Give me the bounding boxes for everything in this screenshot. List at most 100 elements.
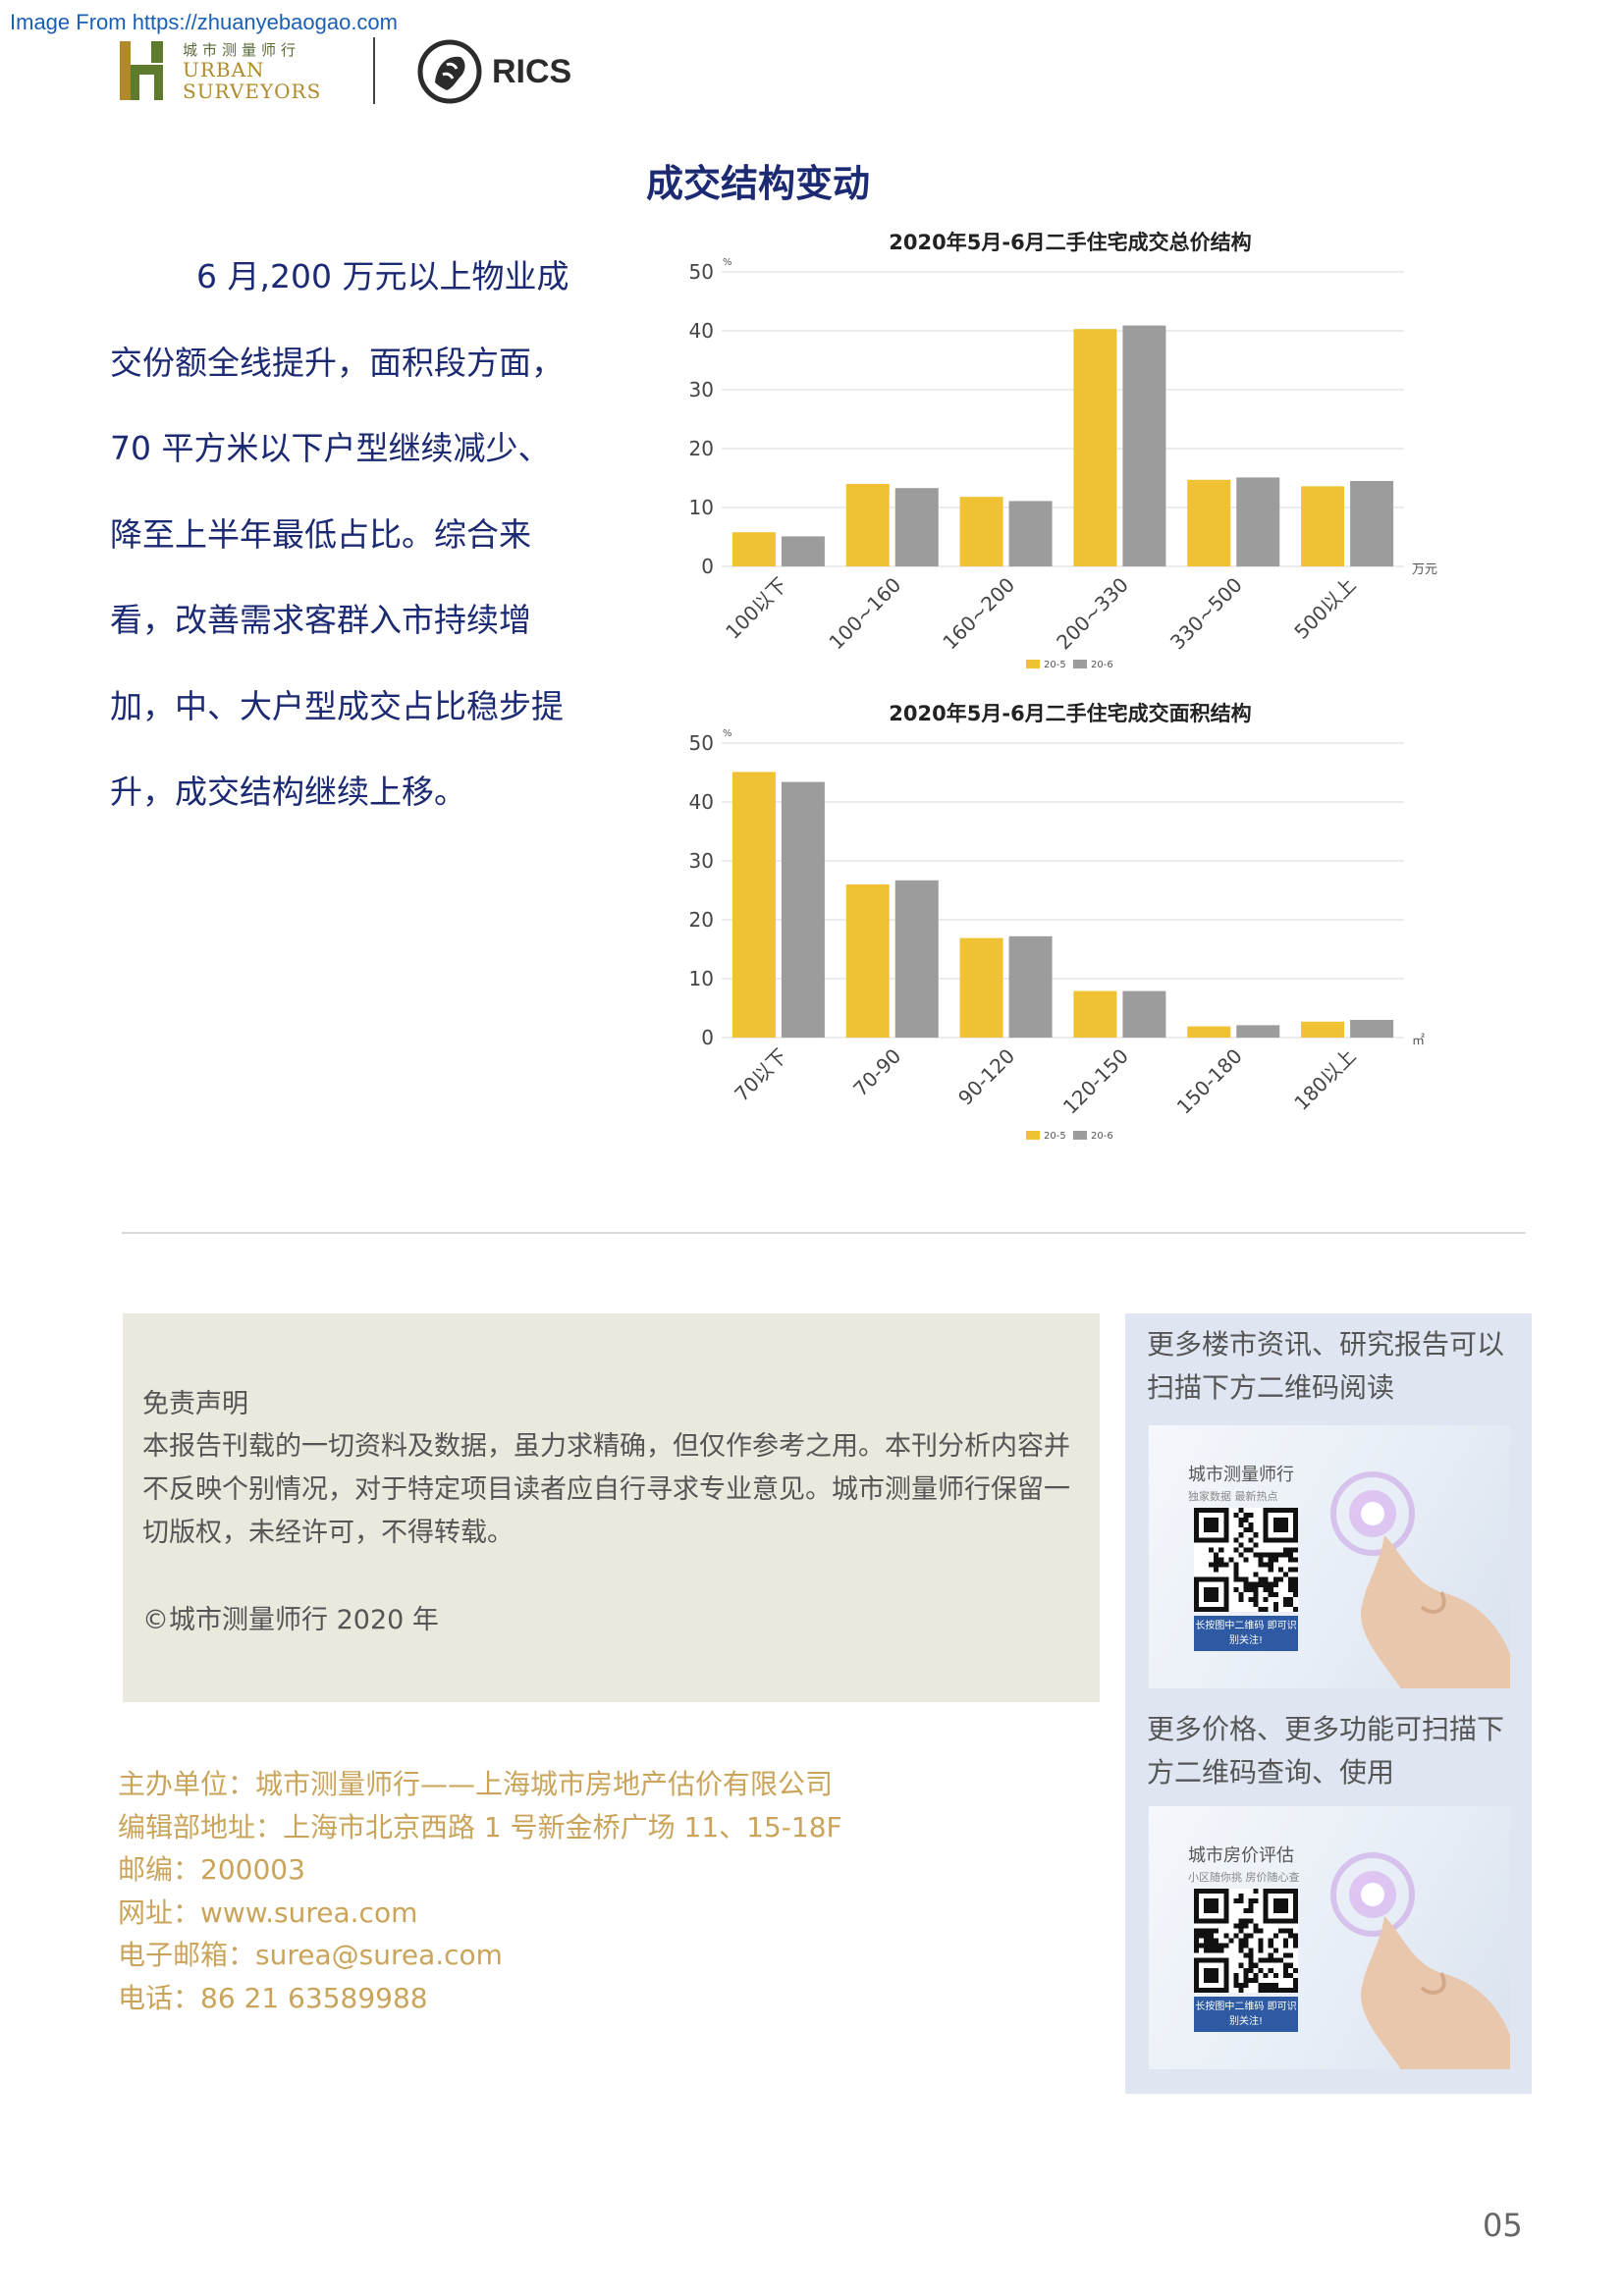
qr-card-subtitle: 独家数据 最新热点 (1188, 1490, 1278, 1503)
qr-caption-pricing: 更多价格、更多功能可扫描下方二维码查询、使用 (1147, 1713, 1505, 1789)
logo-english-line2: SURVEYORS (183, 80, 322, 103)
legend-swatch (1026, 660, 1040, 668)
y-tick-label: 40 (689, 319, 714, 343)
bar-20-5-330~500 (1187, 479, 1231, 566)
logo-english-line1: URBAN (183, 58, 265, 81)
body-line: 降至上半年最低占比。综合来 (110, 514, 531, 554)
body-line: 交份额全线提升，面积段方面， (110, 343, 564, 382)
bar-20-6-200~330 (1122, 325, 1166, 566)
qr-card-pricing[interactable]: 城市房价评估 小区随你挑 房价随心查 长按图中二维码 即可识别关注! (1149, 1806, 1510, 2069)
section-divider (122, 1232, 1526, 1234)
x-tick-label: 200~330 (1052, 573, 1133, 655)
body-line: 6 月,200 万元以上物业成 (196, 257, 569, 295)
chart-title: 2020年5月-6月二手住宅成交面积结构 (889, 702, 1251, 725)
bar-20-5-90-120 (959, 937, 1003, 1038)
body-line: 看，改善需求客群入市持续增 (110, 601, 531, 639)
x-tick-label: 120-150 (1058, 1044, 1133, 1119)
qr-code-icon[interactable] (1194, 1889, 1298, 1993)
bar-20-6-180以上 (1350, 1020, 1394, 1038)
qr-card-title: 城市房价评估 (1188, 1845, 1294, 1866)
bar-20-6-100以下 (781, 536, 825, 566)
x-tick-label: 100~160 (824, 573, 905, 655)
y-tick-label: 20 (689, 908, 714, 932)
page-number: 05 (1483, 2207, 1523, 2244)
urban-surveyors-logo: 城市测量师行 URBAN SURVEYORS (118, 39, 324, 104)
email-line[interactable]: 电子邮箱：surea@surea.com (118, 1934, 842, 1977)
chart-title: 2020年5月-6月二手住宅成交总价结构 (889, 231, 1251, 254)
page-title: 成交结构变动 (645, 162, 870, 205)
organizer-line: 主办单位：城市测量师行——上海城市房地产估价有限公司 (118, 1768, 834, 1800)
rics-logo: RICS (417, 39, 604, 104)
legend-label: 20-6 (1091, 660, 1113, 670)
bar-20-6-150-180 (1236, 1025, 1280, 1038)
bar-20-5-500以上 (1301, 486, 1345, 566)
x-tick-label: 150-180 (1172, 1044, 1247, 1119)
body-line: 加，中、大户型成交占比稳步提 (110, 686, 564, 725)
y-tick-label: 50 (689, 731, 714, 755)
x-tick-label: 500以上 (1289, 573, 1360, 644)
bar-20-6-70-90 (894, 880, 939, 1038)
disclaimer-title: 免责声明 (142, 1389, 248, 1419)
qr-code-icon[interactable] (1194, 1508, 1298, 1612)
bar-20-6-330~500 (1236, 477, 1280, 566)
bar-20-6-70以下 (781, 781, 825, 1038)
legend-label: 20-5 (1044, 1131, 1066, 1142)
qr-scan-badge: 长按图中二维码 即可识别关注! (1194, 1616, 1298, 1651)
bar-20-5-70-90 (845, 884, 890, 1038)
bar-20-5-120-150 (1073, 990, 1117, 1038)
y-axis-unit: % (723, 728, 732, 739)
x-tick-label: 180以上 (1289, 1044, 1360, 1115)
x-axis-unit: 万元 (1412, 562, 1437, 577)
bar-20-6-160~200 (1008, 501, 1053, 566)
y-tick-label: 0 (701, 1026, 714, 1049)
legend-label: 20-6 (1091, 1131, 1113, 1142)
bar-20-5-180以上 (1301, 1021, 1345, 1038)
bar-20-5-100~160 (845, 484, 890, 566)
postcode-line: 邮编：200003 (118, 1853, 305, 1886)
bar-20-6-90-120 (1008, 935, 1053, 1038)
body-paragraph: 6 月,200 万元以上物业成 交份额全线提升，面积段方面， 70 平方米以下户… (110, 234, 581, 835)
x-tick-label: 90-120 (953, 1044, 1019, 1110)
body-line: 升，成交结构继续上移。 (110, 773, 466, 811)
y-tick-label: 40 (689, 790, 714, 814)
rics-wordmark: RICS (492, 53, 572, 90)
legend-swatch (1073, 660, 1087, 668)
y-tick-label: 20 (689, 437, 714, 460)
qr-card-title: 城市测量师行 (1188, 1465, 1294, 1485)
x-tick-label: 70以下 (730, 1044, 791, 1106)
bar-20-5-100以下 (731, 532, 776, 566)
body-line: 70 平方米以下户型继续减少、 (110, 429, 551, 467)
bar-20-5-160~200 (959, 497, 1003, 566)
bar-20-5-150-180 (1187, 1026, 1231, 1038)
bar-20-6-100~160 (894, 488, 939, 566)
disclaimer-box: 免责声明 本报告刊载的一切资料及数据，虽力求精确，但仅作参考之用。本刊分析内容并… (123, 1313, 1100, 1702)
x-tick-label: 70-90 (848, 1044, 905, 1101)
legend-swatch (1073, 1131, 1087, 1140)
y-axis-unit: % (723, 257, 732, 268)
bar-20-6-500以上 (1350, 481, 1394, 566)
y-tick-label: 0 (701, 555, 714, 578)
logo-chinese-name: 城市测量师行 (183, 41, 301, 59)
x-tick-label: 100以下 (721, 573, 791, 644)
pointing-hand-icon (1330, 1471, 1510, 1688)
qr-card-research[interactable]: 城市测量师行 独家数据 最新热点 长按图中二维码 即可识别关注! (1149, 1425, 1510, 1688)
y-tick-label: 10 (689, 967, 714, 990)
bar-20-5-200~330 (1073, 329, 1117, 566)
contact-info: 主办单位：城市测量师行——上海城市房地产估价有限公司 编辑部地址：上海市北京西路… (118, 1763, 842, 2019)
y-tick-label: 30 (689, 849, 714, 873)
price-structure-chart: 2020年5月-6月二手住宅成交总价结构 0 10 20 30 40 50 % 万元 100以下 1… (689, 231, 1437, 670)
qr-scan-badge: 长按图中二维码 即可识别关注! (1194, 1997, 1298, 2032)
lion-emblem-icon (417, 39, 482, 104)
website-line[interactable]: 网址：www.surea.com (118, 1892, 842, 1935)
urban-surveyors-mark-icon (120, 41, 163, 100)
bar-20-5-70以下 (731, 772, 776, 1038)
qr-card-subtitle: 小区随你挑 房价随心查 (1188, 1871, 1300, 1884)
logo-divider (373, 37, 375, 104)
x-axis-unit: ㎡ (1412, 1034, 1425, 1048)
bar-20-6-120-150 (1122, 990, 1166, 1038)
phone-line: 电话：86 21 63589988 (118, 1981, 428, 2014)
source-link[interactable]: Image From https://zhuanyebaogao.com (10, 10, 398, 35)
disclaimer-text: 本报告刊载的一切资料及数据，虽力求精确，但仅作参考之用。本刊分析内容并不反映个别… (142, 1431, 1070, 1548)
x-tick-label: 330~500 (1165, 573, 1247, 655)
x-tick-label: 160~200 (938, 573, 1019, 655)
